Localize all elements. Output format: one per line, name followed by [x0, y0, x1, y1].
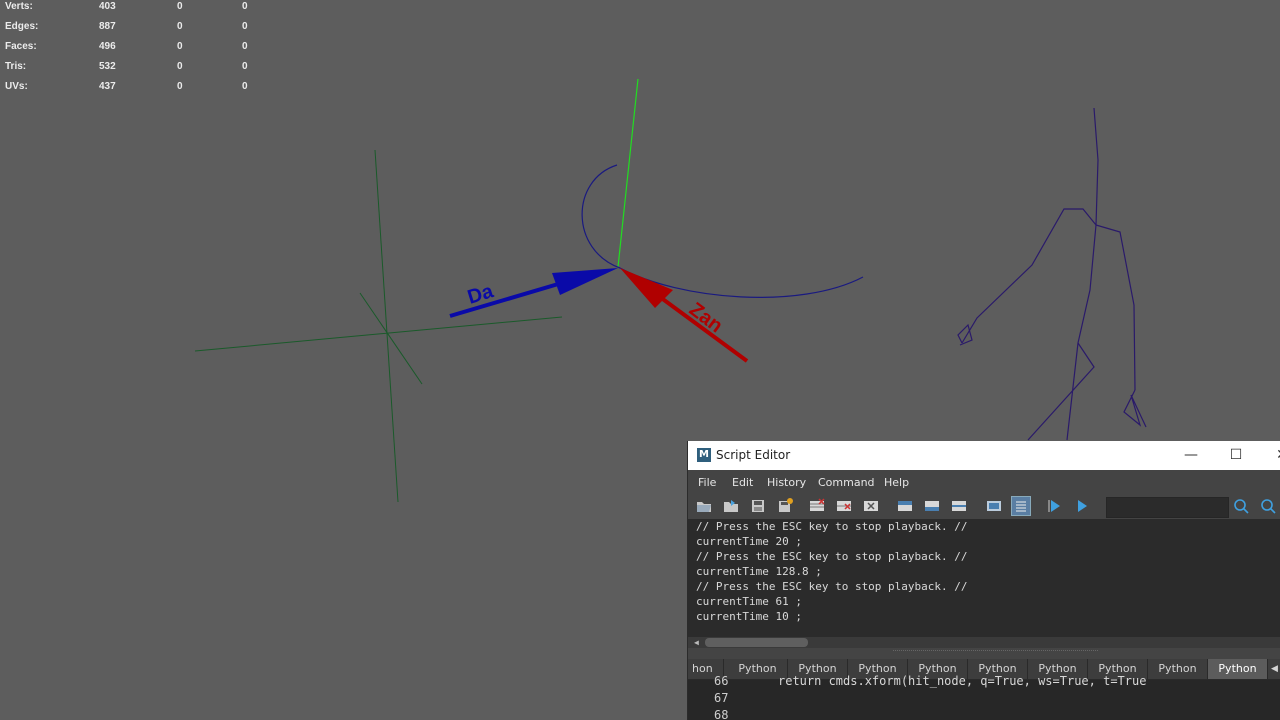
hud-value: 0 — [177, 61, 183, 72]
output-line: currentTime 128.8 ; — [696, 565, 822, 578]
scroll-left-arrow-icon[interactable]: ◀ — [694, 638, 699, 647]
red-arrow: Zan — [620, 268, 749, 363]
hud-row-faces: Faces: 496 0 0 — [0, 41, 260, 55]
search-icon[interactable] — [1232, 497, 1250, 515]
hud-value: 0 — [242, 61, 248, 72]
execute-all-icon[interactable] — [1073, 497, 1091, 515]
close-button[interactable]: ✕ — [1260, 441, 1280, 470]
source-script-icon[interactable] — [722, 497, 740, 515]
history-output-panel[interactable]: // Press the ESC key to stop playback. /… — [688, 519, 1280, 648]
menu-file[interactable]: File — [698, 476, 716, 489]
output-line: currentTime 10 ; — [696, 610, 802, 623]
search-input[interactable] — [1106, 497, 1229, 518]
code-line-66: return cmds.xform(hit_node, q=True, ws=T… — [778, 674, 1147, 688]
menu-bar: File Edit History Command Help — [688, 471, 1280, 493]
show-line-numbers-icon[interactable] — [1011, 496, 1031, 516]
blue-arrow: Da — [449, 268, 618, 318]
output-line: currentTime 20 ; — [696, 535, 802, 548]
tab-scroll-left-icon[interactable]: ◀ — [1268, 659, 1280, 679]
line-number: 67 — [714, 691, 729, 705]
panel-splitter[interactable] — [893, 650, 1098, 652]
show-history-icon[interactable] — [896, 497, 914, 515]
line-number: 68 — [714, 708, 729, 720]
skeleton-rig — [957, 107, 1147, 441]
execute-selected-icon[interactable] — [1046, 497, 1064, 515]
menu-history[interactable]: History — [767, 476, 806, 489]
window-title: Script Editor — [716, 448, 791, 462]
tab-python[interactable]: Python — [1148, 659, 1208, 679]
title-bar[interactable]: M Script Editor — ☐ ✕ — [688, 441, 1280, 470]
maximize-button[interactable]: ☐ — [1214, 441, 1258, 470]
hud-label: Verts: — [5, 1, 33, 12]
clear-all-icon[interactable] — [862, 497, 880, 515]
open-script-icon[interactable] — [695, 497, 713, 515]
horizontal-scrollbar[interactable]: ◀ — [688, 637, 1280, 648]
line-number: 66 — [714, 674, 729, 688]
hud-row-edges: Edges: 887 0 0 — [0, 21, 260, 35]
hud-value: 532 — [99, 61, 116, 72]
hud-value: 0 — [242, 21, 248, 32]
code-editor[interactable]: 66 return cmds.xform(hit_node, q=True, w… — [688, 674, 1280, 720]
hud-value: 437 — [99, 81, 116, 92]
tab-python-active[interactable]: Python — [1208, 659, 1268, 679]
minimize-button[interactable]: — — [1169, 441, 1213, 470]
y-axis-line — [617, 78, 639, 268]
hud-value: 0 — [242, 41, 248, 52]
clear-input-icon[interactable] — [835, 497, 853, 515]
hud-value: 0 — [242, 1, 248, 12]
hud-label: Edges: — [5, 21, 39, 32]
hud-label: Tris: — [5, 61, 27, 72]
maya-logo-icon: M — [697, 448, 711, 462]
hud-value: 0 — [177, 41, 183, 52]
output-line: currentTime 61 ; — [696, 595, 802, 608]
clear-history-icon[interactable] — [808, 497, 826, 515]
script-editor-window[interactable]: M Script Editor — ☐ ✕ File Edit History … — [687, 441, 1280, 720]
hud-label: Faces: — [5, 41, 37, 52]
search-next-icon[interactable] — [1259, 497, 1277, 515]
hud-value: 403 — [99, 1, 116, 12]
hud-row-verts: Verts: 403 0 0 — [0, 1, 260, 15]
hud-value: 0 — [177, 21, 183, 32]
red-arrow-label: Zan — [685, 298, 727, 337]
echo-all-commands-icon[interactable] — [985, 497, 1003, 515]
grid-locator — [194, 149, 563, 503]
motion-curve — [581, 164, 864, 298]
hud-value: 0 — [242, 81, 248, 92]
hud-row-uvs: UVs: 437 0 0 — [0, 81, 260, 95]
menu-command[interactable]: Command — [818, 476, 875, 489]
show-both-icon[interactable] — [950, 497, 968, 515]
hud-value: 887 — [99, 21, 116, 32]
hud-row-tris: Tris: 532 0 0 — [0, 61, 260, 75]
hud-value: 496 — [99, 41, 116, 52]
output-line: // Press the ESC key to stop playback. /… — [696, 520, 968, 533]
save-script-to-shelf-icon[interactable] — [776, 497, 794, 515]
save-script-icon[interactable] — [749, 497, 767, 515]
hud-label: UVs: — [5, 81, 28, 92]
hud-value: 0 — [177, 1, 183, 12]
output-line: // Press the ESC key to stop playback. /… — [696, 580, 968, 593]
menu-edit[interactable]: Edit — [732, 476, 753, 489]
hud-value: 0 — [177, 81, 183, 92]
output-line: // Press the ESC key to stop playback. /… — [696, 550, 968, 563]
toolbar — [688, 493, 1280, 519]
menu-help[interactable]: Help — [884, 476, 909, 489]
scrollbar-thumb[interactable] — [705, 638, 808, 647]
show-input-icon[interactable] — [923, 497, 941, 515]
